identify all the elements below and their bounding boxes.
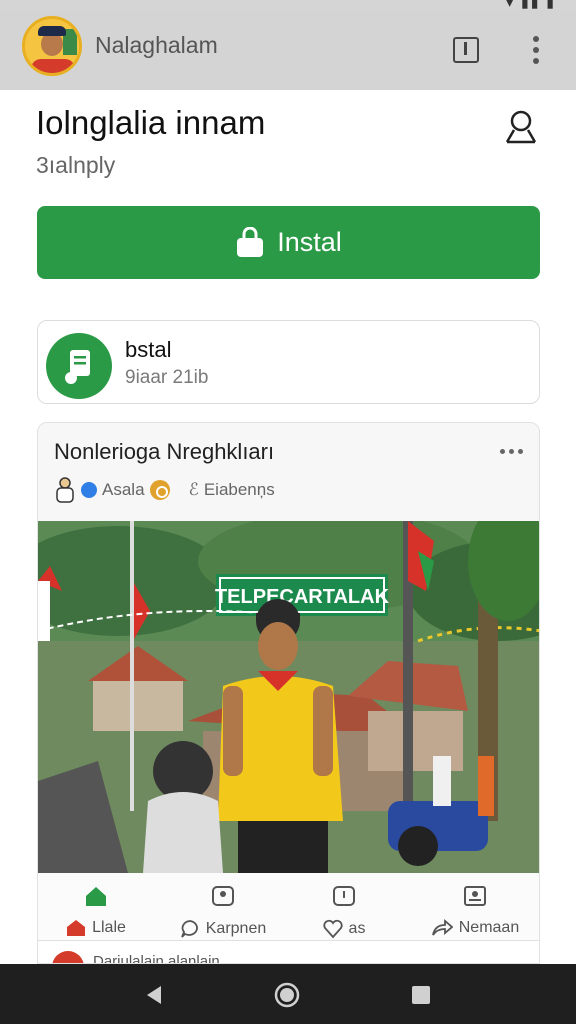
- post-action-label: Karpnen: [205, 920, 267, 937]
- post-author[interactable]: Asala: [102, 480, 145, 500]
- app-avatar[interactable]: [22, 16, 82, 76]
- next-post-peek[interactable]: Dariulalain alanlain: [37, 940, 540, 964]
- post-meta-label: Eiabenņs: [203, 480, 275, 499]
- share-icon: [431, 919, 453, 936]
- nav-recents-button[interactable]: [408, 982, 434, 1008]
- next-post-text: Dariulalain alanlain: [93, 953, 220, 964]
- post-action-label: Nemaan: [458, 919, 520, 936]
- like-icon: [322, 919, 343, 939]
- nav-home-button[interactable]: [274, 982, 300, 1008]
- page-subtitle: 3ıalnply: [36, 152, 116, 178]
- home-badge-icon: [67, 920, 86, 936]
- nav-back-button[interactable]: [141, 982, 167, 1008]
- post-card: Nonlerioga Nreghklıarı Asala ℰ Eiabenņs: [37, 422, 540, 964]
- app-card[interactable]: bstal 9iaar 21ib: [37, 320, 540, 404]
- profile-button[interactable]: [502, 108, 540, 146]
- install-label: Instal: [277, 227, 342, 257]
- author-avatar-icon: [56, 477, 74, 503]
- recents-square-icon: [412, 986, 430, 1004]
- post-title: Nonlerioga Nreghklıarı: [54, 439, 275, 464]
- next-post-avatar: [52, 951, 84, 963]
- post-action-label: as: [348, 920, 366, 937]
- more-options-button[interactable]: [520, 34, 552, 66]
- edit-icon: ℰ: [188, 480, 199, 499]
- home-circle-icon: [274, 982, 300, 1008]
- app-card-name: bstal: [125, 337, 172, 362]
- system-nav-bar: [0, 964, 576, 1024]
- bookmark-icon: [453, 37, 479, 63]
- user-icon: [505, 110, 537, 144]
- more-vertical-icon: [533, 36, 539, 64]
- post-action-label: Llale: [92, 919, 126, 936]
- install-button[interactable]: Instal: [37, 206, 540, 279]
- verified-badge-icon: [81, 482, 97, 498]
- comment-icon: [180, 920, 198, 938]
- post-meta: Asala ℰ Eiabenņs: [54, 475, 275, 505]
- post-more-icon[interactable]: [500, 449, 523, 454]
- home-icon: [86, 887, 106, 906]
- alert-box-icon: [333, 886, 355, 906]
- app-bar-title: Nalaghalam: [95, 32, 218, 58]
- status-bar: ▾ ▮▮ ▮: [0, 0, 576, 10]
- main-sheet: Iolnglalia innam 3ıalnply Instal bstal 9…: [0, 90, 576, 964]
- comment-box-icon: [212, 886, 234, 906]
- coin-icon: [149, 480, 170, 500]
- music-note-icon: [46, 333, 112, 399]
- app-card-size: 9iaar 21ib: [125, 367, 209, 388]
- app-bar: Nalaghalam: [0, 10, 576, 90]
- photo-sign-text: TELPECARTALAK: [215, 586, 390, 608]
- profile-box-icon: [464, 886, 486, 906]
- page-title: Iolnglalia innam: [36, 104, 266, 141]
- back-triangle-icon: [147, 986, 161, 1004]
- shopping-bag-icon: [237, 226, 264, 257]
- bookmark-button[interactable]: [450, 34, 482, 66]
- post-photo[interactable]: TELPECARTALAK: [38, 521, 540, 873]
